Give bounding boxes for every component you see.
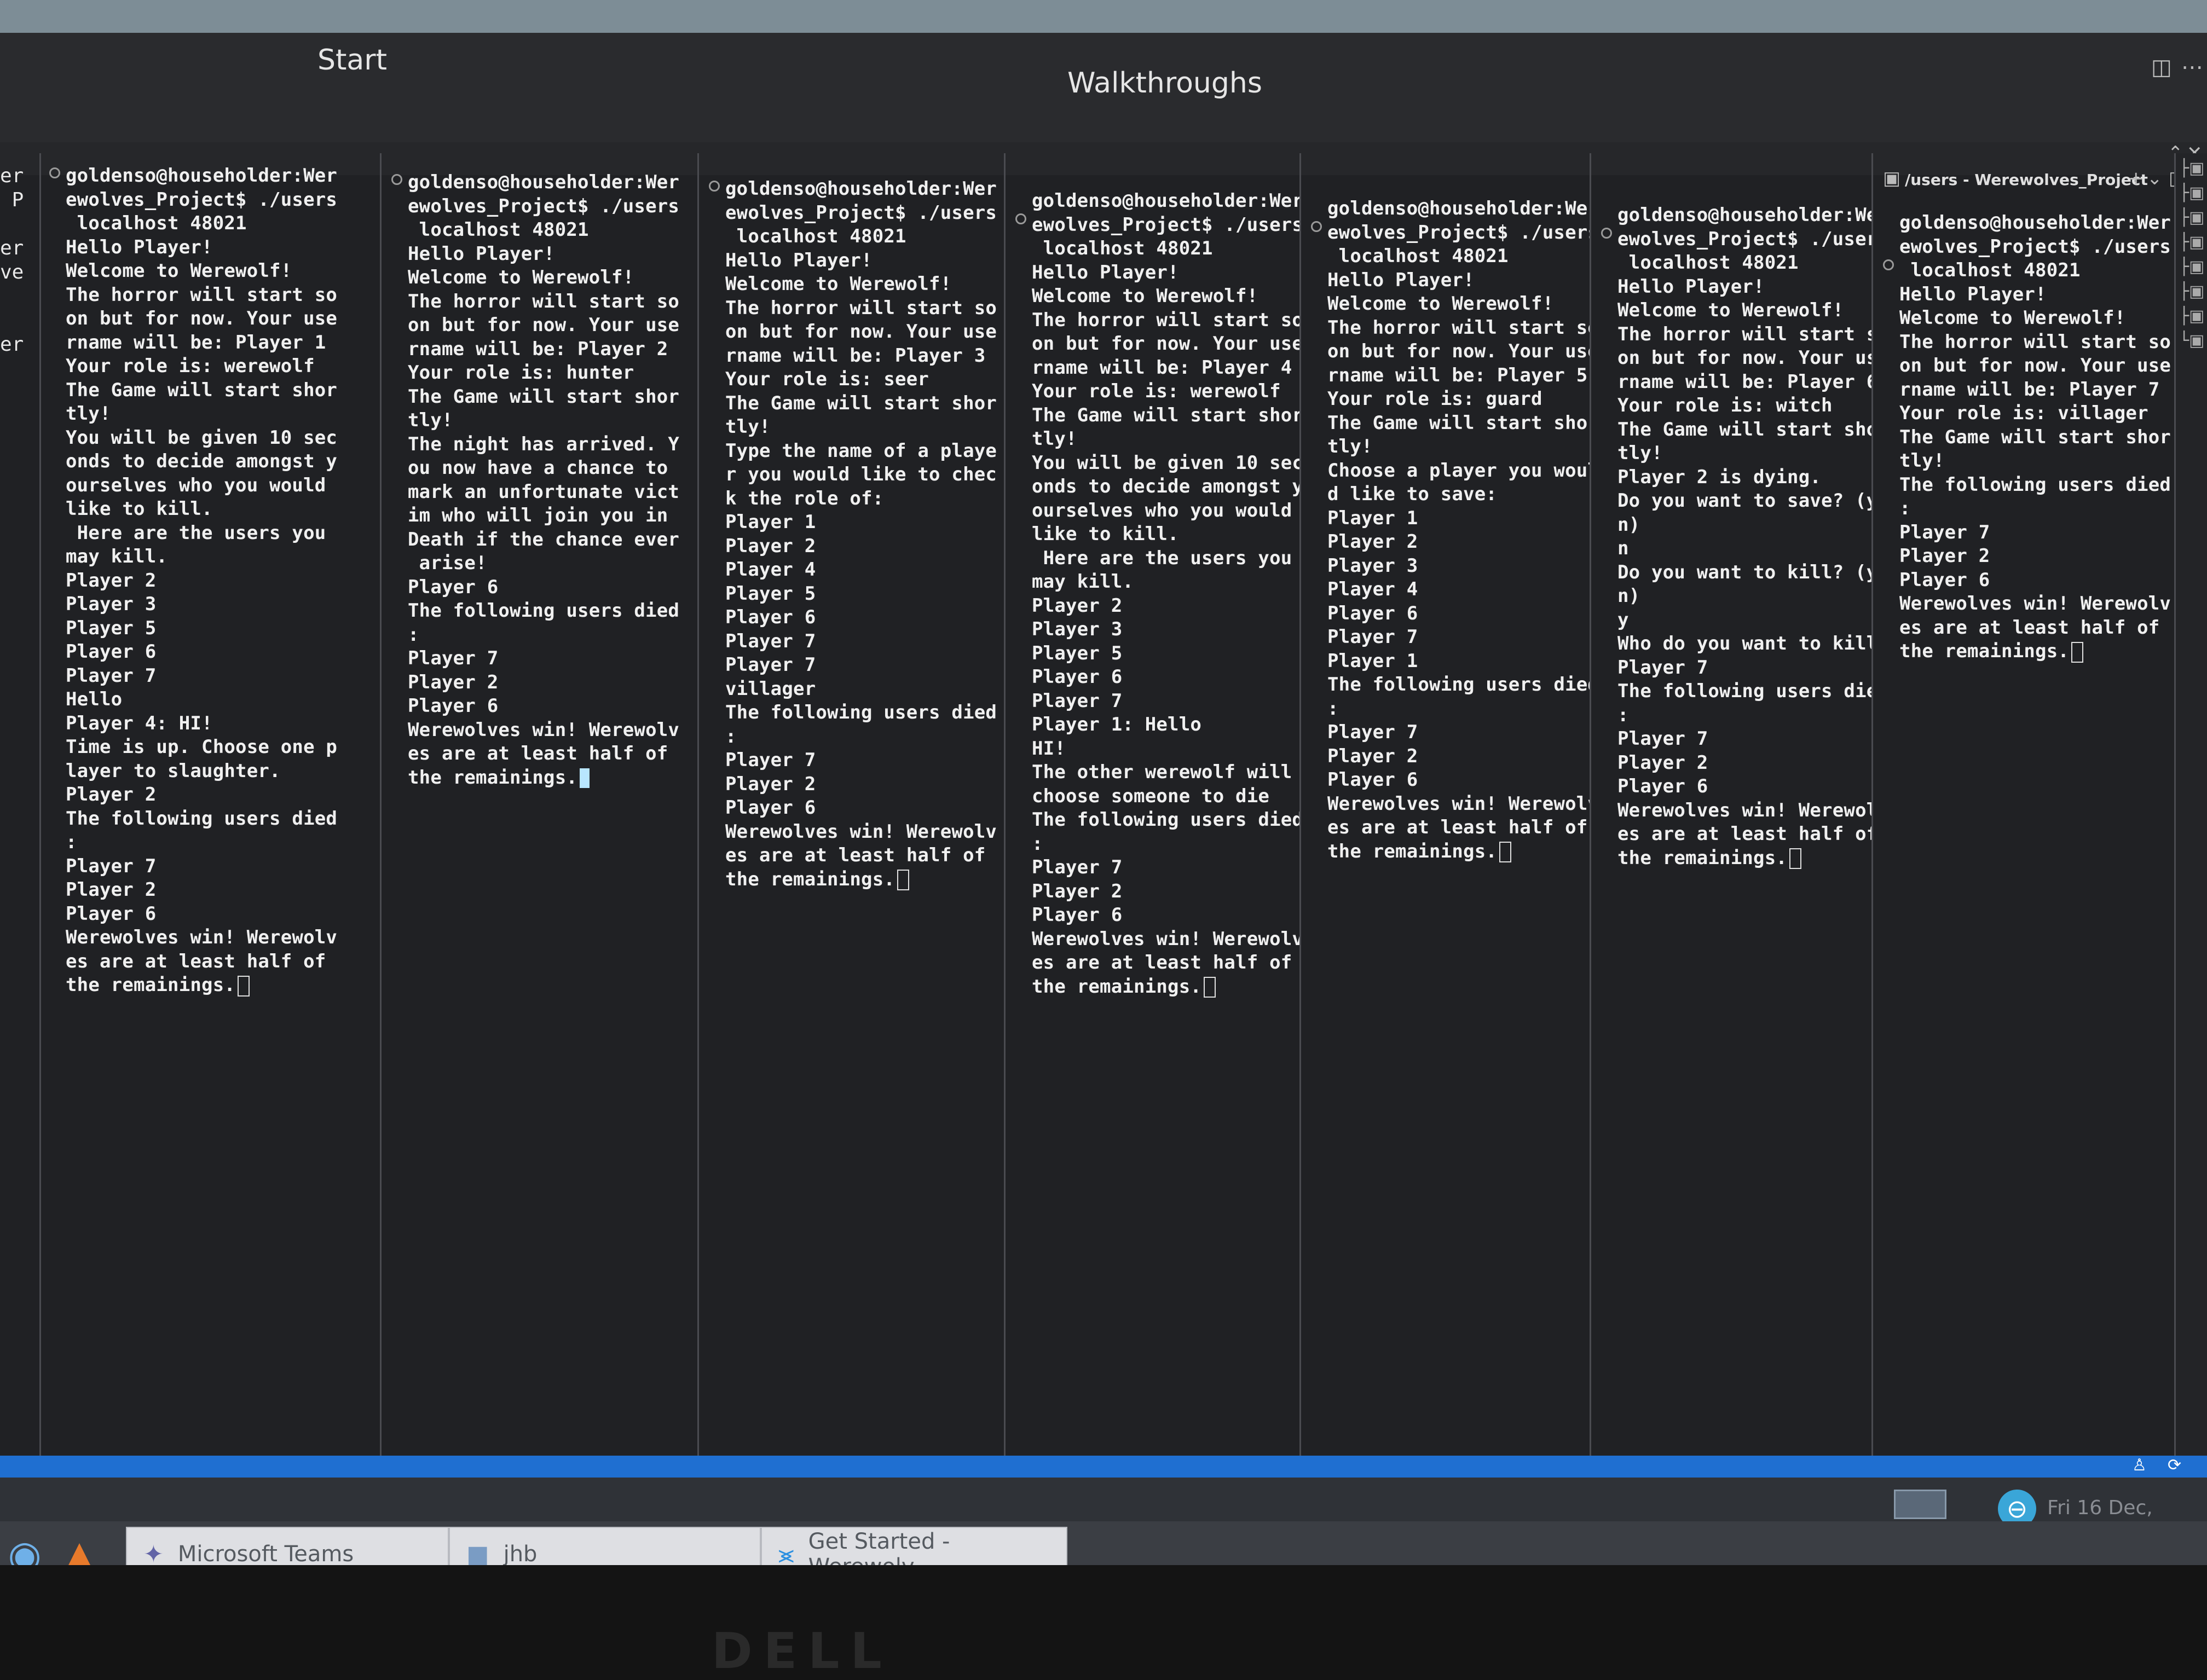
more-actions-icon[interactable]: ⋯ [2181, 55, 2203, 80]
terminal-status-icon [49, 167, 60, 178]
matlab-icon[interactable]: ▲ [55, 1532, 104, 1565]
terminal-output: goldenso@householder:Wer ewolves_Project… [408, 171, 680, 789]
split-editor-icon[interactable]: ◫ [2151, 55, 2172, 80]
tab-start[interactable]: Start [317, 44, 387, 77]
terminal-status-icon [1883, 259, 1894, 270]
terminal-status-icon [1311, 221, 1322, 232]
app-menu-icon[interactable]: ◉ [0, 1532, 49, 1565]
taskbar-item-vscode[interactable]: ⪤ Get Started - Werewolv... [761, 1527, 1067, 1565]
cursor-icon [897, 870, 910, 890]
terminal-status-icon [1015, 213, 1026, 224]
window-top-strip [0, 0, 2207, 33]
notifications-icon[interactable]: ⟳ [2168, 1456, 2181, 1475]
terminal-tab-icon[interactable]: ├▣ [2179, 159, 2207, 178]
folder-icon: ■ [466, 1540, 489, 1566]
terminal-tab-icon[interactable]: ├▣ [2179, 183, 2207, 202]
screen: Start Walkthroughs ◫ ⋯ ⌃ ✕ ▣ /users - We… [0, 0, 2207, 1565]
taskbar-item-folder[interactable]: ■ jhb [449, 1527, 761, 1565]
terminal-status-icon [709, 181, 720, 192]
terminal-output: goldenso@householder:Wer ewolves_Project… [1899, 212, 2171, 663]
terminal-status-icon [391, 174, 402, 185]
teams-icon: ✦ [143, 1540, 164, 1566]
terminal-tabs-list: ├▣ ├▣ ├▣ ├▣ ├▣ ├▣ ├▣ └▣ [2176, 153, 2207, 1467]
monitor-icon[interactable] [1894, 1490, 1946, 1519]
terminal-pane-partial[interactable]: er P er ve er [0, 153, 41, 1467]
terminal-pane-player-6[interactable]: goldenso@householder:Wer ewolves_Project… [1591, 153, 1873, 1467]
terminal-output: goldenso@householder:Wer ewolves_Project… [66, 165, 338, 997]
terminal-tab-icon[interactable]: ├▣ [2179, 282, 2207, 301]
terminal-pane-player-5[interactable]: goldenso@householder:Wer ewolves_Project… [1301, 153, 1591, 1467]
terminal-tab-icon[interactable]: └▣ [2179, 331, 2207, 350]
status-bar: ♙ ⟳ [0, 1456, 2207, 1478]
tab-walkthroughs[interactable]: Walkthroughs [1067, 67, 1262, 100]
editor-title-bar: Start Walkthroughs ◫ ⋯ [0, 33, 2207, 143]
cursor-icon [1499, 842, 1512, 862]
terminal-status-icon [1601, 228, 1612, 239]
terminal-output: goldenso@householder:Wer ewolves_Project… [1327, 198, 1591, 862]
terminal-output: goldenso@householder:Wer ewolves_Project… [725, 178, 997, 890]
terminal-output: goldenso@householder:Wer ewolves_Project… [1617, 204, 1873, 869]
terminal-pane-player-1[interactable]: goldenso@householder:Wer ewolves_Project… [39, 153, 382, 1467]
cursor-icon [1204, 977, 1216, 998]
terminal-split-view: er P er ve er goldenso@householder:Wer e… [0, 153, 2207, 1467]
terminal-pane-player-3[interactable]: goldenso@householder:Wer ewolves_Project… [699, 153, 1006, 1467]
cursor-icon [238, 975, 250, 997]
terminal-output: goldenso@householder:Wer ewolves_Project… [1032, 190, 1301, 998]
terminal-pane-player-2[interactable]: goldenso@householder:Wer ewolves_Project… [382, 153, 699, 1467]
terminal-tab-icon[interactable]: ├▣ [2179, 257, 2207, 276]
terminal-pane-player-4[interactable]: goldenso@householder:Wer ewolves_Project… [1006, 153, 1301, 1467]
vscode-icon: ⪤ [778, 1540, 794, 1566]
terminal-pane-player-7[interactable]: goldenso@householder:Wer ewolves_Project… [1873, 153, 2176, 1467]
terminal-tab-icon[interactable]: ├▣ [2179, 306, 2207, 326]
terminal-tab-icon[interactable]: ├▣ [2179, 208, 2207, 227]
taskbar-item-teams[interactable]: ✦ Microsoft Teams [126, 1527, 449, 1565]
terminal-tab-icon[interactable]: ├▣ [2179, 233, 2207, 252]
accounts-icon[interactable]: ♙ [2132, 1456, 2147, 1475]
monitor-bezel-logo: DELL [712, 1623, 893, 1680]
cursor-icon [1789, 848, 1802, 869]
cursor-icon [2071, 641, 2084, 663]
cursor-icon [580, 768, 590, 788]
terminal-output: er P er ve er [0, 165, 24, 356]
